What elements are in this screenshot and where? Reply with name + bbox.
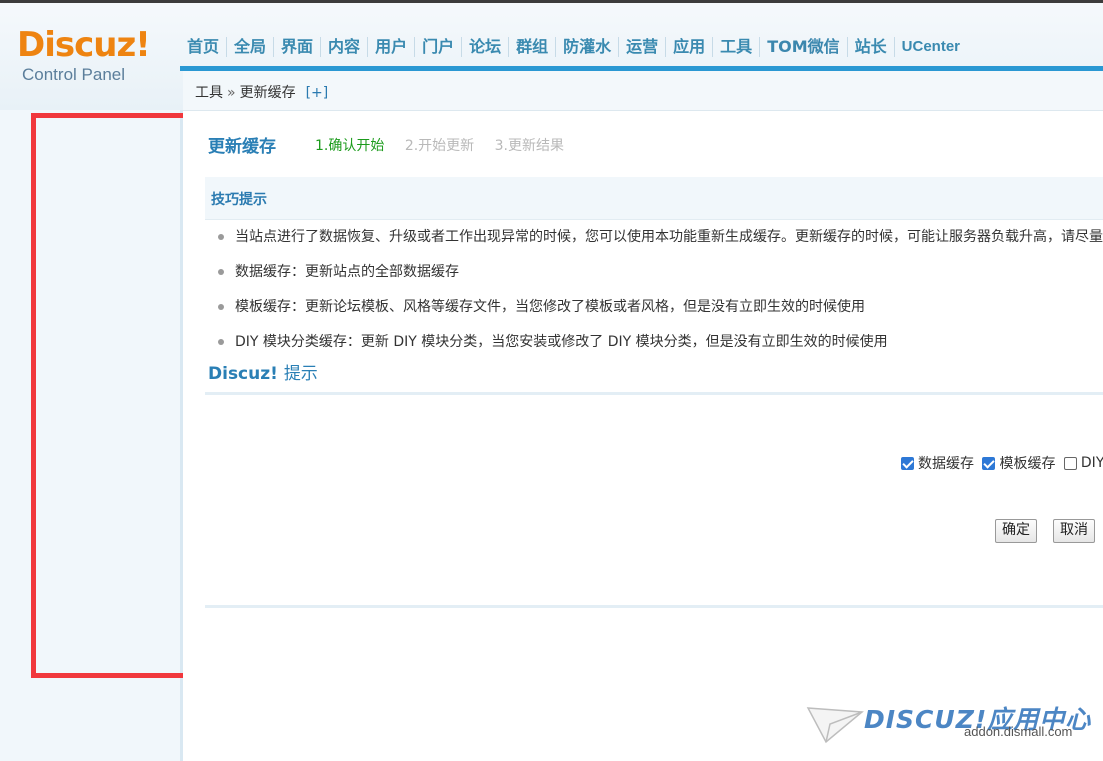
paper-plane-icon [806,707,864,744]
add-shortcut-button[interactable]: [+] [306,85,329,101]
tip-item: DIY 模块分类缓存：更新 DIY 模块分类，当您安装或修改了 DIY 模块分类… [215,331,1103,366]
template-cache-checkbox[interactable] [982,456,996,470]
diy-cache-label: DIY [1080,455,1103,471]
option-data-cache[interactable]: 数据缓存 [901,453,974,473]
step-indicator: 1.确认开始 2.开始更新 3.更新结果 [315,135,580,155]
breadcrumb: 工具» 更新缓存 [+] [195,82,328,102]
watermark-url: addon.dismall.com [964,724,1073,739]
data-cache-checkbox[interactable] [901,456,914,470]
nav-global[interactable]: 全局 [227,37,275,57]
tip-item: 模板缓存：更新论坛模板、风格等缓存文件，当您修改了模板或者风格，但是没有立即生效… [215,296,1103,331]
confirm-button[interactable]: 确定 [995,519,1037,543]
breadcrumb-current: 更新缓存 [239,85,296,101]
discuz-tip-brand: Discuz! [208,364,278,384]
highlight-box [31,113,202,678]
discuz-tip-text: 提示 [283,364,318,384]
option-template-cache[interactable]: 模板缓存 [982,453,1055,473]
nav-users[interactable]: 用户 [368,37,416,57]
breadcrumb-separator: » [227,85,236,101]
cache-form: 数据缓存 模板缓存 DIY 确定 取消 [205,392,1103,608]
tips-heading: 技巧提示 [211,192,267,208]
tips-list: 当站点进行了数据恢复、升级或者工作出现异常的时候，您可以使用本功能重新生成缓存。… [215,226,1103,366]
nav-anti-spam[interactable]: 防灌水 [556,37,620,57]
option-diy-cache[interactable]: DIY [1063,455,1103,471]
step-2: 2.开始更新 [404,138,475,154]
nav-tom-wechat[interactable]: TOM微信 [760,37,848,57]
cache-options: 数据缓存 模板缓存 DIY [901,453,1103,474]
nav-webmaster[interactable]: 站长 [848,37,895,57]
template-cache-label: 模板缓存 [999,456,1056,472]
breadcrumb-bar: 工具» 更新缓存 [+] [183,71,1103,111]
nav-interface[interactable]: 界面 [274,37,322,57]
main-nav: 首页 全局 界面 内容 用户 门户 论坛 群组 防灌水 运营 应用 工具 TOM… [180,35,967,59]
diy-cache-checkbox[interactable] [1063,456,1077,470]
logo-brand: Discuz! [17,25,151,65]
nav-forum[interactable]: 论坛 [462,37,510,57]
discuz-tip-heading: Discuz! 提示 [208,359,318,384]
nav-home[interactable]: 首页 [180,37,228,57]
tip-item: 数据缓存：更新站点的全部数据缓存 [215,261,1103,296]
nav-groups[interactable]: 群组 [509,37,557,57]
nav-ucenter[interactable]: UCenter [895,37,967,57]
nav-tools[interactable]: 工具 [713,37,761,57]
logo-subtitle: Control Panel [22,65,126,84]
title-bar: 更新缓存 1.确认开始 2.开始更新 3.更新结果 [183,111,1103,177]
data-cache-label: 数据缓存 [918,456,974,472]
breadcrumb-root[interactable]: 工具 [195,85,223,101]
nav-content[interactable]: 内容 [321,37,369,57]
tips-header: 技巧提示 [205,177,1103,220]
main-content: 更新缓存 1.确认开始 2.开始更新 3.更新结果 技巧提示 当站点进行了数据恢… [183,111,1103,761]
nav-operations[interactable]: 运营 [619,37,667,57]
logo[interactable]: Discuz! Control Panel [17,25,157,91]
cancel-button[interactable]: 取消 [1053,519,1095,543]
page-title: 更新缓存 [208,137,276,157]
nav-portal[interactable]: 门户 [415,37,463,57]
nav-apps[interactable]: 应用 [666,37,714,57]
step-1: 1.确认开始 [315,138,385,154]
tip-item: 当站点进行了数据恢复、升级或者工作出现异常的时候，您可以使用本功能重新生成缓存。… [215,226,1103,261]
step-3: 3.更新结果 [494,138,564,154]
watermark: DISCUZ!应用中心 addon.dismall.com [806,696,1096,746]
